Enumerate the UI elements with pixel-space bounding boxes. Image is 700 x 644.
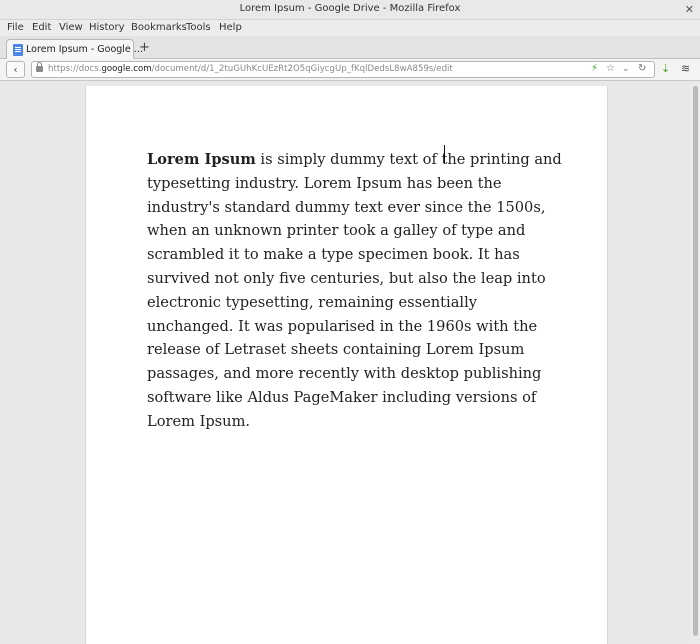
menu-help[interactable]: Help [219,22,242,33]
chevron-down-icon[interactable]: ⌄ [622,64,630,74]
menu-edit[interactable]: Edit [32,22,51,33]
scrollbar-thumb[interactable] [693,86,698,636]
layers-icon[interactable]: ≋ [681,62,690,75]
menu-bar: File Edit View History Bookmarks Tools H… [0,20,700,36]
tab-bar: Lorem Ipsum - Google ... + [0,36,700,59]
back-button[interactable]: ‹ [6,61,25,78]
close-window-icon[interactable]: ✕ [685,3,694,16]
tab-label: Lorem Ipsum - Google ... [26,44,143,55]
star-icon[interactable]: ☆ [606,63,615,74]
url-text[interactable]: https://docs.google.com/document/d/1_2tu… [48,64,453,74]
window-titlebar: Lorem Ipsum - Google Drive - Mozilla Fir… [0,0,700,20]
lock-icon [36,62,43,72]
google-docs-icon [13,44,23,56]
url-prefix: https://docs. [48,64,102,74]
url-path: /document/d/1_2tuGUhKcUEzRt2O5qGiycgUp_f… [151,64,453,74]
reload-icon[interactable]: ↻ [638,63,646,74]
menu-file[interactable]: File [7,22,24,33]
document-page[interactable]: Lorem Ipsum is simply dummy text of the … [85,86,608,644]
menu-history[interactable]: History [89,22,125,33]
navigation-bar: ‹ https://docs.google.com/document/d/1_2… [0,59,700,81]
new-tab-button[interactable]: + [139,40,150,55]
lightning-icon[interactable]: ⚡ [591,63,598,74]
download-icon[interactable]: ⇣ [661,62,670,75]
document-area: Lorem Ipsum is simply dummy text of the … [0,82,700,644]
window-title: Lorem Ipsum - Google Drive - Mozilla Fir… [239,3,461,14]
tab-lorem-ipsum[interactable]: Lorem Ipsum - Google ... [6,39,143,59]
text-cursor [444,145,445,163]
vertical-scrollbar[interactable] [690,82,700,644]
bold-lead: Lorem Ipsum [147,151,256,168]
menu-view[interactable]: View [59,22,83,33]
url-bar[interactable]: https://docs.google.com/document/d/1_2tu… [31,61,655,78]
menu-bookmarks[interactable]: Bookmarks [131,22,187,33]
menu-tools[interactable]: Tools [186,22,211,33]
body-text: is simply dummy text of the printing and… [147,151,562,430]
document-text[interactable]: Lorem Ipsum is simply dummy text of the … [147,148,567,434]
back-arrow-icon: ‹ [13,63,18,76]
url-domain: google.com [101,64,152,74]
